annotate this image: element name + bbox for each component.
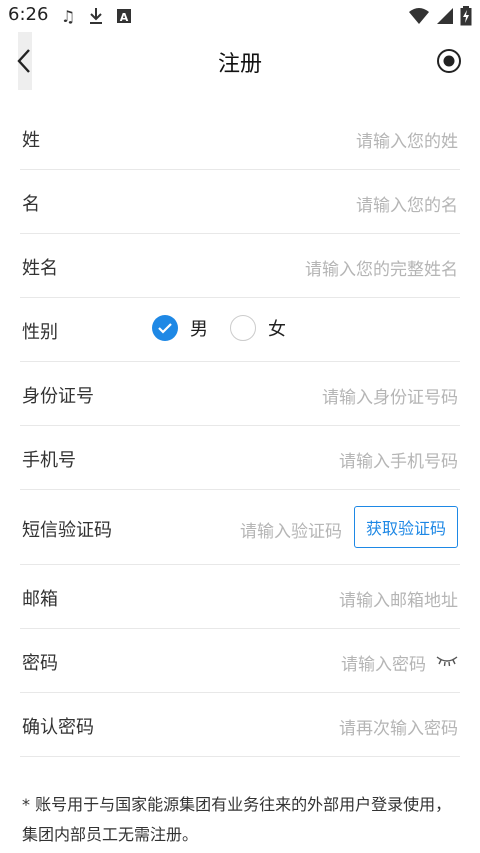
check-icon <box>158 323 172 334</box>
sms-code-row: 短信验证码 请输入验证码 获取验证码 <box>20 490 460 565</box>
confirm-password-input[interactable]: 请再次输入密码 <box>339 714 458 739</box>
registration-form: 姓 请输入您的姓 名 请输入您的名 姓名 请输入您的完整姓名 性别 男 女 身份… <box>20 106 460 757</box>
navigation-bar: 注册 <box>0 32 480 90</box>
last-name-row: 姓 请输入您的姓 <box>20 106 460 170</box>
record-icon <box>437 49 461 73</box>
page-title: 注册 <box>217 52 262 77</box>
confirm-password-row: 确认密码 请再次输入密码 <box>20 693 460 757</box>
status-time: 6:26 <box>8 4 49 25</box>
svg-text:A: A <box>120 11 129 24</box>
sms-code-input[interactable]: 请输入验证码 <box>240 517 342 542</box>
password-label: 密码 <box>22 653 58 674</box>
phone-label: 手机号 <box>22 450 76 471</box>
password-input[interactable]: 请输入密码 <box>341 650 426 675</box>
id-number-row: 身份证号 请输入身份证号码 <box>20 362 460 426</box>
gender-row: 性别 男 女 <box>20 298 460 362</box>
gender-female-label[interactable]: 女 <box>268 315 286 341</box>
phone-row: 手机号 请输入手机号码 <box>20 426 460 490</box>
first-name-label: 名 <box>22 194 40 215</box>
get-code-button[interactable]: 获取验证码 <box>354 506 458 548</box>
music-note-icon: ♫ <box>60 6 76 26</box>
sms-code-label: 短信验证码 <box>22 520 112 541</box>
gender-male-label[interactable]: 男 <box>190 315 208 341</box>
gender-label: 性别 <box>22 322 58 343</box>
full-name-row: 姓名 请输入您的完整姓名 <box>20 234 460 298</box>
eye-closed-icon[interactable] <box>436 655 458 667</box>
wifi-icon <box>408 7 430 29</box>
status-bar: 6:26 ♫ A <box>0 0 480 32</box>
phone-input[interactable]: 请输入手机号码 <box>339 447 458 472</box>
signal-icon <box>436 7 454 29</box>
gender-radio-group: 男 女 <box>152 315 308 341</box>
first-name-row: 名 请输入您的名 <box>20 170 460 234</box>
registration-note: * 账号用于与国家能源集团有业务往来的外部用户登录使用，集团内部员工无需注册。 <box>22 795 452 844</box>
status-system-icons <box>408 6 472 30</box>
last-name-input[interactable]: 请输入您的姓 <box>356 127 458 152</box>
id-number-label: 身份证号 <box>22 386 94 407</box>
gender-female-radio[interactable] <box>230 315 256 341</box>
first-name-input[interactable]: 请输入您的名 <box>356 191 458 216</box>
confirm-password-label: 确认密码 <box>22 717 94 738</box>
email-label: 邮箱 <box>22 589 58 610</box>
last-name-label: 姓 <box>22 130 40 151</box>
download-icon <box>86 6 106 26</box>
a-box-icon: A <box>114 6 134 26</box>
password-row: 密码 请输入密码 <box>20 629 460 693</box>
email-row: 邮箱 请输入邮箱地址 <box>20 565 460 629</box>
email-input[interactable]: 请输入邮箱地址 <box>339 586 458 611</box>
id-number-input[interactable]: 请输入身份证号码 <box>322 383 458 408</box>
battery-charging-icon <box>460 6 472 30</box>
status-notification-icons: ♫ A <box>58 6 134 26</box>
full-name-input[interactable]: 请输入您的完整姓名 <box>305 255 458 280</box>
record-button[interactable] <box>436 48 462 74</box>
gender-male-radio[interactable] <box>152 315 178 341</box>
full-name-label: 姓名 <box>22 258 58 279</box>
